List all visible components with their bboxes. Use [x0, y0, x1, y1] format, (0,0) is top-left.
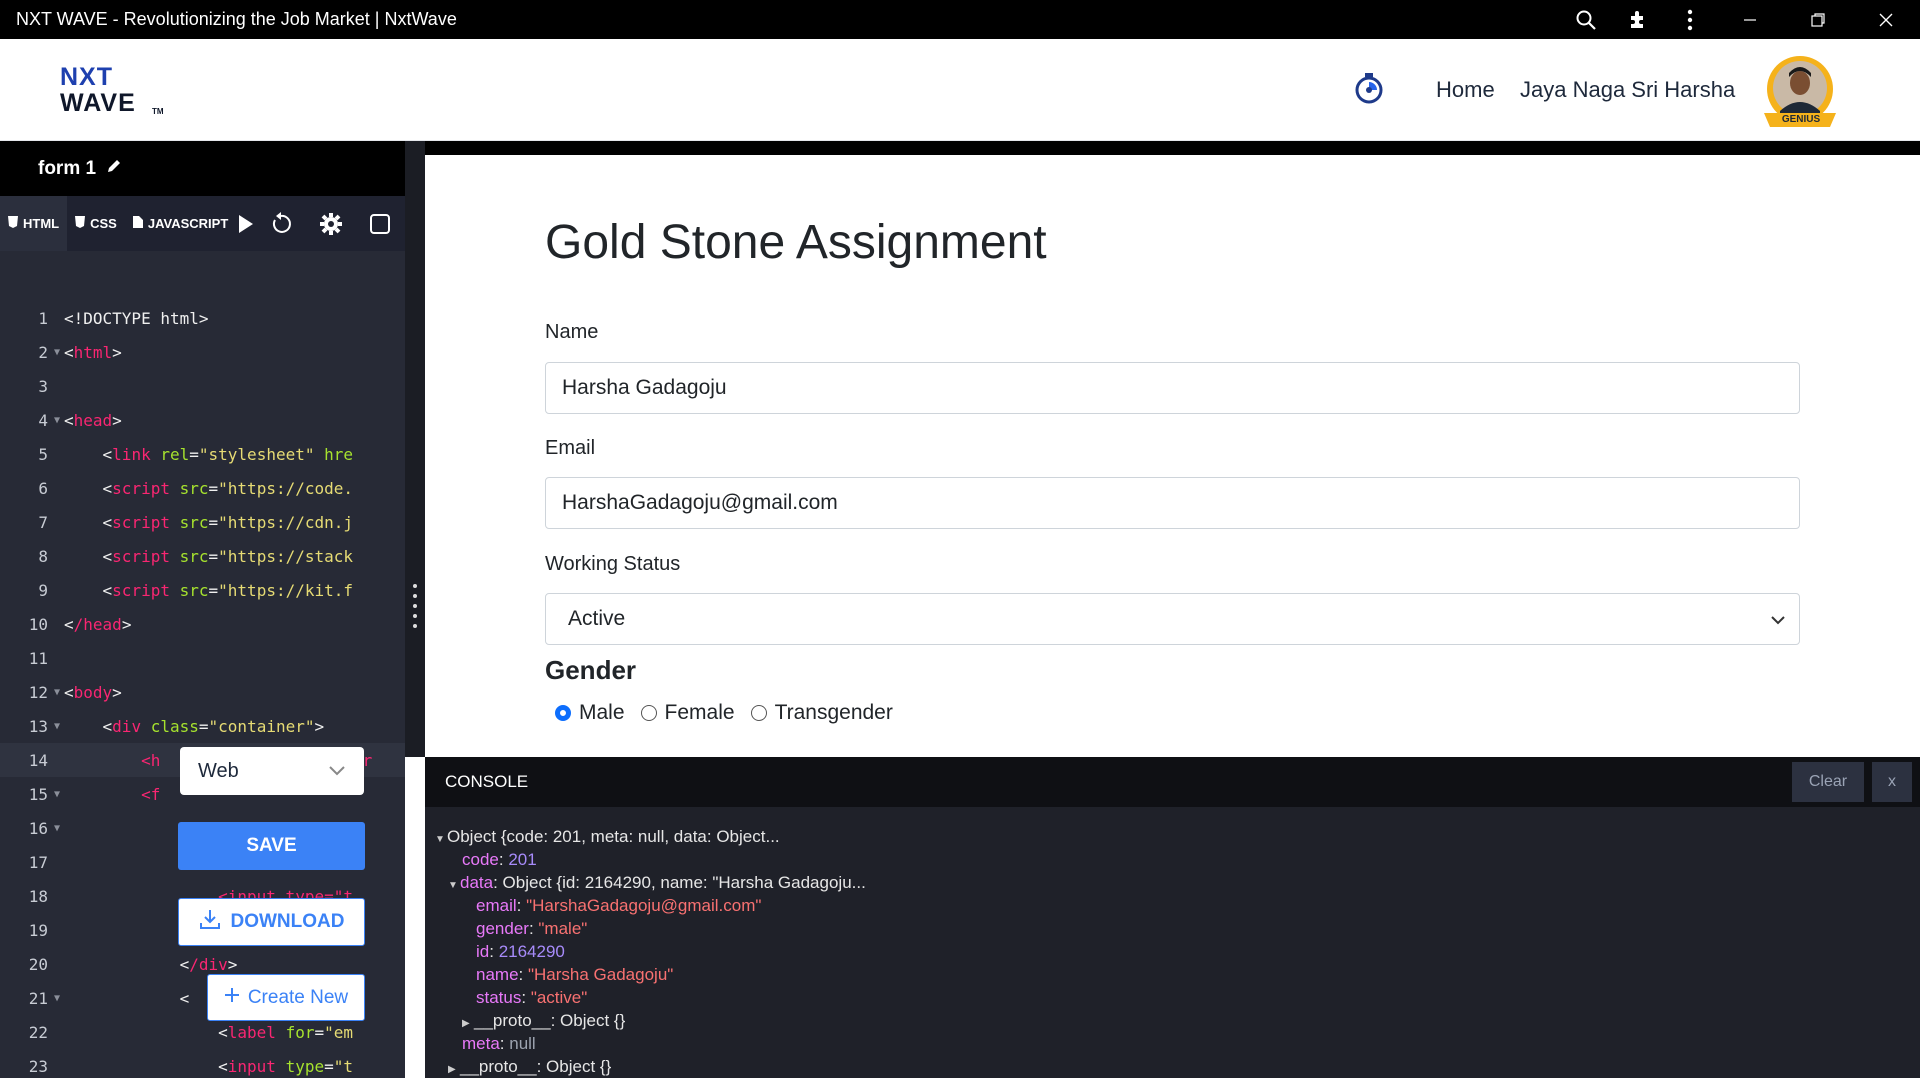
plus-icon — [224, 987, 240, 1009]
avatar[interactable]: GENIUS — [1756, 53, 1846, 129]
chevron-down-icon — [328, 760, 346, 783]
radio-unchecked[interactable] — [640, 705, 657, 721]
console-entry: id: 2164290 — [476, 942, 565, 961]
logo-text-bottom: WAVE — [60, 89, 136, 117]
download-icon — [199, 908, 221, 936]
gender-radio-group: Male Female Transgender — [555, 701, 893, 725]
code-line: 12 ▼ <body> — [28, 682, 122, 702]
code-line: 1 <!DOCTYPE html> — [38, 308, 209, 328]
gender-heading: Gender — [545, 655, 637, 685]
working-status-select[interactable]: Active — [545, 593, 1800, 645]
window-title: NXT WAVE - Revolutionizing the Job Marke… — [16, 9, 457, 29]
console-title: CONSOLE — [445, 772, 529, 791]
console-clear-button[interactable]: Clear — [1792, 762, 1864, 802]
console-entry: name: "Harsha Gadagoju" — [476, 965, 674, 984]
restore-icon[interactable] — [1784, 0, 1852, 39]
settings-gear-icon[interactable] — [306, 196, 356, 251]
console-panel: CONSOLE Clear x ▼ Object {code: 201, meta… — [425, 757, 1920, 1078]
tab-html-label: HTML — [23, 216, 60, 231]
file-icon — [132, 216, 143, 231]
platform-select-value: Web — [198, 759, 239, 782]
app-header: NXT WAVE TM Home Jaya Naga Sri Harsha GE… — [0, 39, 1920, 141]
email-field[interactable]: HarshaGadagoju@gmail.com — [545, 477, 1800, 529]
file-name[interactable]: form 1 — [38, 158, 96, 180]
create-new-button[interactable]: Create New — [207, 974, 365, 1021]
preview-pane: Gold Stone Assignment Name Harsha Gadago… — [425, 141, 1920, 757]
timer-icon[interactable] — [1352, 71, 1386, 105]
nxtwave-logo[interactable]: NXT WAVE TM — [60, 63, 170, 123]
pane-resizer[interactable] — [405, 141, 425, 757]
email-label: Email — [545, 437, 596, 459]
code-line: 4 ▼ <head> — [38, 410, 122, 430]
tab-html[interactable]: HTML — [0, 196, 68, 251]
tab-javascript[interactable]: JAVASCRIPT — [125, 196, 236, 251]
code-line: 3 — [38, 376, 48, 396]
tab-javascript-label: JAVASCRIPT — [147, 216, 229, 231]
edit-pencil-icon[interactable] — [106, 158, 122, 180]
gender-option-female[interactable]: Female — [640, 701, 735, 725]
code-line: 7 <script src="https://cdn.j — [38, 512, 354, 532]
extensions-icon[interactable] — [1612, 0, 1664, 39]
console-entry: email: "HarshaGadagoju@gmail.com" — [476, 896, 762, 915]
create-new-label: Create New — [247, 986, 349, 1008]
console-entry: code: 201 — [462, 850, 537, 869]
console-proto-entry[interactable]: ▶ __proto__: Object {} — [448, 1057, 611, 1077]
console-header: CONSOLE Clear x — [425, 757, 1920, 807]
html5-icon — [8, 216, 18, 231]
code-line: 2 ▼ <html> — [38, 342, 122, 362]
search-icon[interactable] — [1560, 0, 1612, 39]
file-name-bar: form 1 — [0, 141, 405, 196]
code-line: 10 </head> — [28, 614, 132, 634]
editor-tabs: HTML CSS JAVASCRIPT — [0, 196, 405, 251]
tab-css-label: CSS — [90, 216, 117, 231]
reset-icon[interactable] — [256, 196, 306, 251]
css3-icon — [75, 216, 86, 231]
drag-handle-icon[interactable] — [412, 582, 418, 632]
close-icon[interactable] — [1852, 0, 1920, 39]
save-button[interactable]: SAVE — [178, 822, 365, 870]
gender-option-transgender[interactable]: Transgender — [750, 701, 893, 725]
chevron-down-icon — [1771, 607, 1785, 631]
code-line: 9 <script src="https://kit.f — [38, 580, 354, 600]
console-close-button[interactable]: x — [1872, 762, 1912, 802]
code-line: 5 <link rel="stylesheet" hre — [38, 444, 354, 464]
genius-badge: GENIUS — [1781, 114, 1821, 125]
fullscreen-icon[interactable] — [355, 196, 405, 251]
nav-home-link[interactable]: Home — [1436, 77, 1495, 103]
tab-css[interactable]: CSS — [67, 196, 125, 251]
logo-text-top: NXT — [60, 63, 113, 91]
window-title-bar: NXT WAVE - Revolutionizing the Job Marke… — [0, 0, 1920, 39]
platform-select[interactable]: Web — [180, 747, 364, 795]
minimize-icon[interactable] — [1716, 0, 1784, 39]
download-button[interactable]: DOWNLOAD — [178, 898, 365, 946]
radio-checked[interactable] — [555, 705, 571, 721]
console-entry: gender: "male" — [476, 919, 588, 938]
preview-title: Gold Stone Assignment — [545, 216, 1047, 269]
console-root-object[interactable]: ▼ Object {code: 201, meta: null, data: Ob… — [435, 827, 780, 847]
download-label: DOWNLOAD — [230, 911, 345, 932]
name-field[interactable]: Harsha Gadagoju — [545, 362, 1800, 414]
working-status-label: Working Status — [545, 553, 681, 575]
working-status-value: Active — [568, 607, 626, 630]
console-entry: meta: null — [462, 1034, 536, 1053]
code-area[interactable]: 1 <!DOCTYPE html> 2 ▼ <html> 3 4 ▼ <head> 5 <… — [0, 301, 405, 1081]
name-label: Name — [545, 321, 599, 343]
code-line: 11 — [28, 648, 48, 668]
console-data-object[interactable]: ▼ data: Object {id: 2164290, name: "Harsh… — [448, 873, 866, 893]
more-options-icon[interactable] — [1664, 0, 1716, 39]
logo-tm: TM — [152, 107, 164, 116]
run-icon[interactable] — [236, 196, 256, 251]
code-line: 6 <script src="https://code. — [38, 478, 354, 498]
user-name[interactable]: Jaya Naga Sri Harsha — [1520, 77, 1735, 103]
console-entry: status: "active" — [476, 988, 588, 1007]
gender-option-male[interactable]: Male — [555, 701, 625, 725]
radio-unchecked[interactable] — [750, 705, 767, 721]
code-line: 8 <script src="https://stack — [38, 546, 354, 566]
code-line: 13 ▼ <div class="container"> — [28, 716, 325, 736]
console-proto-entry[interactable]: ▶ __proto__: Object {} — [462, 1011, 625, 1031]
